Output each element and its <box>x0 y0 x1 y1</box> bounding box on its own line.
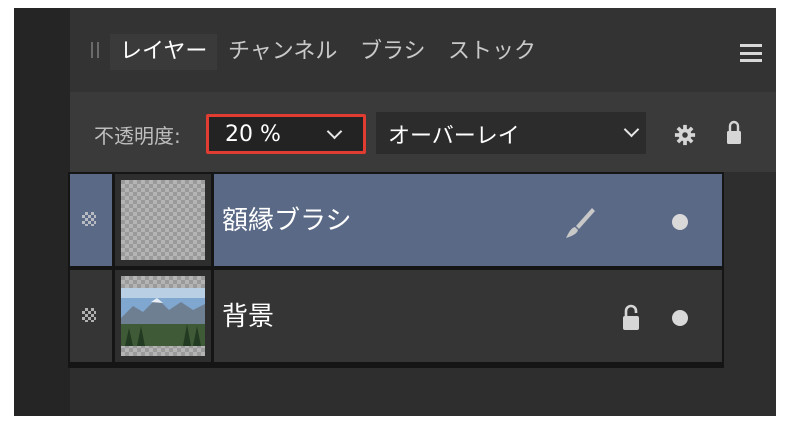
chevron-down-icon <box>623 121 640 138</box>
opacity-dropdown[interactable]: 20 % <box>206 114 366 154</box>
visibility-dot-icon[interactable] <box>672 310 688 326</box>
opacity-value: 20 % <box>225 122 281 147</box>
brush-icon[interactable] <box>564 206 596 240</box>
layer-name[interactable]: 額縁ブラシ <box>222 200 351 237</box>
layer-thumbnail-transparent <box>121 180 205 260</box>
layer-thumbnail-landscape <box>121 276 205 356</box>
layer-visibility-column[interactable] <box>70 174 115 266</box>
tab-layers[interactable]: レイヤー <box>110 34 218 70</box>
layer-thumbnail-cell <box>115 270 214 362</box>
panel-grip-icon[interactable] <box>88 42 102 62</box>
layers-panel-frame: レイヤー チャンネル ブラシ ストック 不透明度: 20 % オーバーレイ 額縁… <box>14 8 776 416</box>
blend-mode-dropdown[interactable]: オーバーレイ <box>376 112 646 154</box>
layer-list: 額縁ブラシ 背景 <box>68 172 724 368</box>
chevron-down-icon <box>326 123 343 140</box>
layer-row-background[interactable]: 背景 <box>70 270 722 362</box>
visibility-dot-icon[interactable] <box>672 214 688 230</box>
tab-stock[interactable]: ストック <box>448 34 536 70</box>
layer-thumbnail-cell <box>115 174 214 266</box>
tab-brushes[interactable]: ブラシ <box>360 34 426 70</box>
gear-icon[interactable] <box>674 124 696 146</box>
tab-channels[interactable]: チャンネル <box>228 34 337 70</box>
menu-icon[interactable] <box>740 44 762 62</box>
layer-visibility-column[interactable] <box>70 270 115 362</box>
opacity-label: 不透明度: <box>94 124 181 148</box>
layer-name[interactable]: 背景 <box>222 296 274 333</box>
lock-icon[interactable] <box>622 302 640 332</box>
dither-icon <box>82 308 96 322</box>
layer-options-row: 不透明度: 20 % オーバーレイ <box>70 92 776 172</box>
dither-icon <box>82 212 96 226</box>
lock-icon[interactable] <box>726 118 742 146</box>
blend-mode-value: オーバーレイ <box>388 124 520 149</box>
layer-row-frame-brush[interactable]: 額縁ブラシ <box>70 174 722 266</box>
layers-panel: レイヤー チャンネル ブラシ ストック 不透明度: 20 % オーバーレイ 額縁… <box>68 8 776 416</box>
panel-tab-bar: レイヤー チャンネル ブラシ ストック <box>70 8 776 92</box>
left-dock-strip <box>14 8 70 416</box>
